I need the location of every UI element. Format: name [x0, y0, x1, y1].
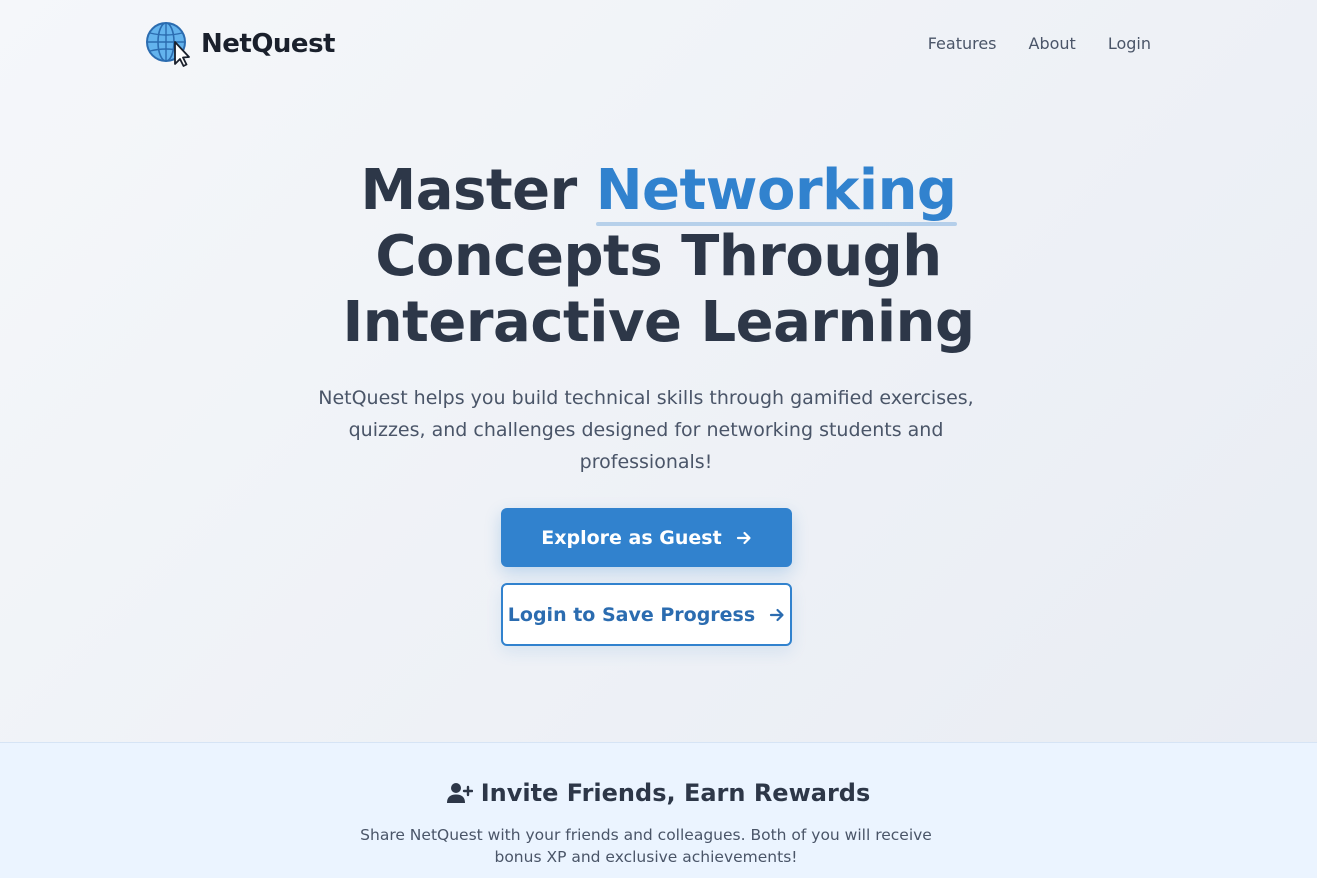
explore-as-guest-button[interactable]: Explore as Guest — [501, 508, 792, 567]
hero-title-line2: Concepts Through — [375, 224, 942, 289]
invite-section: Invite Friends, Earn Rewards Share NetQu… — [0, 742, 1317, 878]
arrow-right-icon — [770, 608, 784, 621]
hero-title-highlight: Networking — [595, 158, 957, 226]
nav-login[interactable]: Login — [1108, 34, 1151, 53]
login-to-save-progress-label: Login to Save Progress — [507, 603, 756, 626]
explore-as-guest-label: Explore as Guest — [541, 526, 722, 549]
nav-features[interactable]: Features — [928, 34, 997, 53]
login-to-save-progress-button[interactable]: Login to Save Progress — [501, 583, 792, 646]
globe-cursor-icon — [146, 22, 190, 67]
hero-title-line3: Interactive Learning — [342, 290, 975, 355]
nav-about[interactable]: About — [1029, 34, 1076, 53]
invite-heading: Invite Friends, Earn Rewards — [0, 779, 1317, 807]
arrow-right-icon — [736, 531, 751, 544]
logo[interactable]: NetQuest — [145, 21, 335, 67]
user-plus-icon — [446, 783, 473, 803]
site-header: NetQuest Features About Login — [0, 0, 1317, 88]
invite-description: Share NetQuest with your friends and col… — [360, 826, 932, 866]
invite-title: Invite Friends, Earn Rewards — [480, 779, 871, 807]
hero-title-prefix: Master — [360, 158, 577, 223]
hero-title: Master Networking Concepts Through Inter… — [0, 158, 1317, 356]
brand-name: NetQuest — [201, 29, 335, 59]
main-nav: Features About Login — [928, 34, 1151, 53]
hero-subtitle: NetQuest helps you build technical skill… — [318, 387, 974, 473]
